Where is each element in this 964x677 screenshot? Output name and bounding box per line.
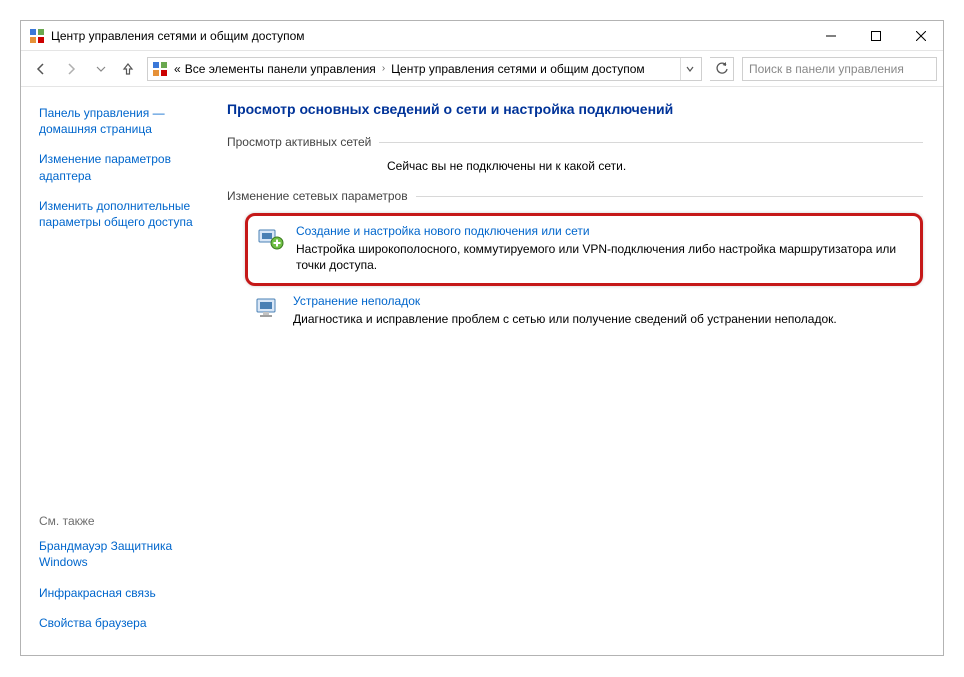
see-also-firewall[interactable]: Брандмауэр Защитника Windows	[39, 538, 213, 570]
sidebar-link-sharing[interactable]: Изменить дополнительные параметры общего…	[39, 198, 213, 230]
main-content: Просмотр основных сведений о сети и наст…	[221, 87, 943, 655]
address-dropdown-button[interactable]	[680, 58, 699, 80]
status-text: Сейчас вы не подключены ни к какой сети.	[227, 159, 923, 173]
see-also-heading: См. также	[39, 514, 213, 528]
nav-back-button[interactable]	[27, 55, 55, 83]
search-input[interactable]	[747, 61, 932, 77]
window-title: Центр управления сетями и общим доступом	[51, 29, 808, 43]
nav-forward-button[interactable]	[57, 55, 85, 83]
titlebar: Центр управления сетями и общим доступом	[21, 21, 943, 51]
address-icon	[152, 61, 168, 77]
task-title[interactable]: Создание и настройка нового подключения …	[296, 224, 910, 238]
see-also-infrared[interactable]: Инфракрасная связь	[39, 585, 213, 601]
section-label: Просмотр активных сетей	[227, 135, 379, 149]
window: Центр управления сетями и общим доступом	[20, 20, 944, 656]
navbar: « Все элементы панели управления › Центр…	[21, 51, 943, 87]
network-setup-icon	[256, 224, 284, 252]
search-box[interactable]	[742, 57, 937, 81]
window-controls	[808, 21, 943, 50]
task-list: Создание и настройка нового подключения …	[227, 213, 923, 338]
sidebar-link-home[interactable]: Панель управления — домашняя страница	[39, 105, 213, 137]
section-rule	[379, 142, 923, 143]
section-rule	[416, 196, 923, 197]
page-title: Просмотр основных сведений о сети и наст…	[227, 101, 923, 117]
nav-recent-button[interactable]	[87, 55, 115, 83]
section-active-networks: Просмотр активных сетей Сейчас вы не под…	[227, 135, 923, 173]
body: Панель управления — домашняя страница Из…	[21, 87, 943, 655]
nav-up-button[interactable]	[117, 55, 139, 83]
close-button[interactable]	[898, 21, 943, 50]
section-label: Изменение сетевых параметров	[227, 189, 416, 203]
sidebar: Панель управления — домашняя страница Из…	[21, 87, 221, 655]
task-troubleshoot[interactable]: Устранение неполадок Диагностика и испра…	[245, 286, 923, 337]
breadcrumb-item[interactable]: Центр управления сетями и общим доступом	[389, 62, 647, 76]
address-bar[interactable]: « Все элементы панели управления › Центр…	[147, 57, 702, 81]
app-icon	[29, 28, 45, 44]
minimize-button[interactable]	[808, 21, 853, 50]
section-change-settings: Изменение сетевых параметров	[227, 189, 923, 338]
task-title[interactable]: Устранение неполадок	[293, 294, 913, 308]
refresh-button[interactable]	[710, 57, 734, 81]
task-desc: Диагностика и исправление проблем с сеть…	[293, 311, 913, 327]
sidebar-link-adapter[interactable]: Изменение параметров адаптера	[39, 151, 213, 183]
maximize-button[interactable]	[853, 21, 898, 50]
task-setup-connection[interactable]: Создание и настройка нового подключения …	[245, 213, 923, 286]
task-desc: Настройка широкополосного, коммутируемог…	[296, 241, 910, 273]
troubleshoot-icon	[253, 294, 281, 322]
chevron-right-icon[interactable]: ›	[378, 63, 389, 74]
breadcrumb-item[interactable]: Все элементы панели управления	[183, 62, 378, 76]
breadcrumb-prefix[interactable]: «	[172, 62, 183, 76]
see-also-browser[interactable]: Свойства браузера	[39, 615, 213, 631]
